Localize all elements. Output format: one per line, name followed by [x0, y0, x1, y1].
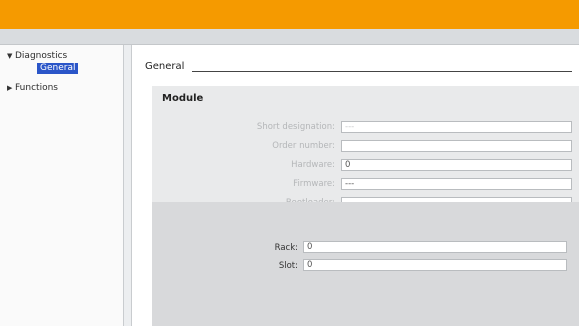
pane-splitter[interactable]: [124, 45, 132, 326]
order-number-field[interactable]: [341, 140, 572, 152]
firmware-label: Firmware:: [293, 179, 335, 189]
tree-item-label: General: [40, 63, 76, 73]
tree-item-label: Functions: [15, 83, 58, 93]
hardware-field[interactable]: 0: [341, 159, 572, 171]
section-divider: [192, 71, 572, 72]
short-designation-field[interactable]: ---: [341, 121, 572, 133]
rack-field[interactable]: 0: [303, 241, 567, 253]
toolbar: [0, 29, 579, 45]
hardware-label: Hardware:: [291, 160, 335, 170]
short-designation-label: Short designation:: [256, 122, 335, 132]
title-bar: [0, 0, 579, 29]
slot-label: Slot:: [278, 261, 298, 271]
order-number-label: Order number:: [272, 141, 335, 151]
rack-label: Rack:: [274, 243, 298, 253]
properties-content: General Module Short designation: --- Or…: [133, 45, 579, 326]
firmware-field[interactable]: ---: [341, 178, 572, 190]
tree-item-general[interactable]: General: [37, 63, 79, 74]
module-title: Module: [162, 93, 204, 104]
collapse-arrow-icon[interactable]: ▶: [7, 83, 15, 94]
location-panel: Rack: 0 Slot: 0: [152, 202, 579, 326]
tree-item-diagnostics[interactable]: ▼ Diagnostics: [7, 51, 67, 62]
tree-item-functions[interactable]: ▶ Functions: [7, 83, 58, 94]
navigation-tree: ▼ Diagnostics General ▶ Functions: [0, 45, 124, 326]
module-panel: Module Short designation: --- Order numb…: [152, 86, 579, 326]
section-title: General: [145, 61, 185, 72]
expand-arrow-icon[interactable]: ▼: [7, 51, 15, 62]
slot-field[interactable]: 0: [303, 259, 567, 271]
tree-item-label: Diagnostics: [15, 51, 68, 61]
